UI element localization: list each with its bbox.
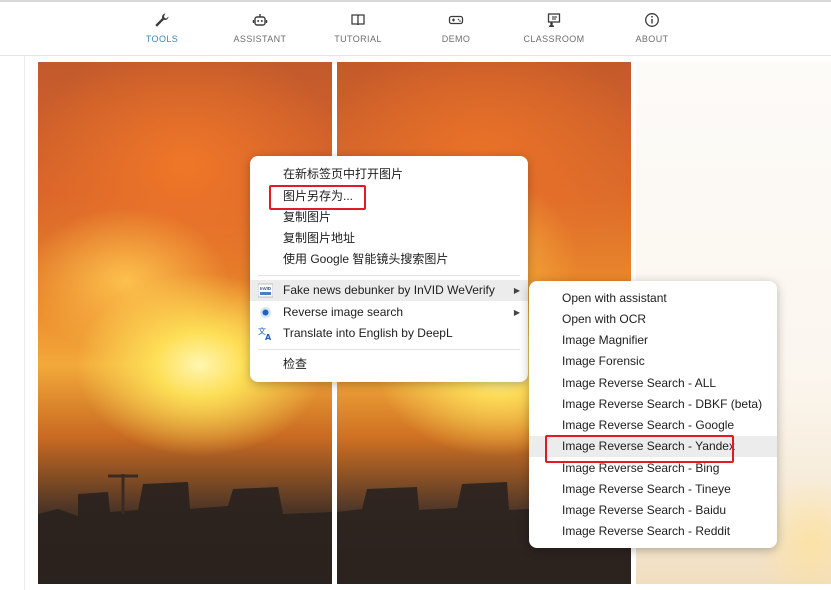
submenu-item-label: Image Reverse Search - Tineye (562, 482, 731, 496)
submenu-image-forensic[interactable]: Image Forensic (529, 351, 777, 372)
submenu-item-label: Image Reverse Search - Reddit (562, 524, 731, 538)
invid-icon-text: InVID (260, 286, 271, 291)
submenu-reverse-search-tineye[interactable]: Image Reverse Search - Tineye (529, 479, 777, 500)
submenu-item-label: Image Magnifier (562, 333, 649, 347)
submenu-item-label: Image Reverse Search - Google (562, 418, 735, 432)
submenu-arrow-icon: ▶ (513, 286, 520, 295)
menu-item-label: 复制图片 (283, 210, 332, 224)
nav-label: TOOLS (145, 34, 179, 44)
context-menu: 在新标签页中打开图片 图片另存为... 复制图片 复制图片地址 使用 Googl… (250, 156, 528, 382)
menu-copy-image-address[interactable]: 复制图片地址 (250, 228, 528, 249)
menu-item-label: Fake news debunker by InVID WeVerify (283, 283, 495, 297)
submenu-item-label: Open with assistant (562, 291, 667, 305)
submenu-item-label: Image Forensic (562, 354, 645, 368)
submenu-open-with-assistant[interactable]: Open with assistant (529, 288, 777, 309)
top-navigation: TOOLS ASSISTANT TUTORIAL DEMO CLASSROOM … (0, 0, 831, 56)
nav-classroom[interactable]: CLASSROOM (509, 12, 599, 44)
nav-label: ABOUT (635, 34, 669, 44)
nav-label: TUTORIAL (334, 34, 382, 44)
submenu-open-with-ocr[interactable]: Open with OCR (529, 309, 777, 330)
submenu-item-label: Image Reverse Search - DBKF (beta) (562, 397, 763, 411)
menu-invid-weverify[interactable]: InVID Fake news debunker by InVID WeVeri… (250, 280, 528, 301)
submenu-reverse-search-bing[interactable]: Image Reverse Search - Bing (529, 458, 777, 479)
invid-submenu: Open with assistant Open with OCR Image … (529, 281, 777, 548)
submenu-item-label: Image Reverse Search - Baidu (562, 503, 727, 517)
menu-reverse-image-search[interactable]: Reverse image search ▶ (250, 302, 528, 323)
menu-separator (258, 275, 520, 276)
book-icon (351, 14, 365, 26)
nav-label: DEMO (441, 34, 471, 44)
building-silhouette (38, 474, 332, 584)
submenu-item-label: Open with OCR (562, 312, 647, 326)
reverse-search-icon (260, 307, 271, 318)
menu-save-image-as[interactable]: 图片另存为... (250, 186, 528, 207)
menu-item-label: 检查 (283, 357, 308, 371)
nav-demo[interactable]: DEMO (411, 12, 501, 44)
submenu-item-label: Image Reverse Search - Bing (562, 461, 720, 475)
submenu-reverse-search-google[interactable]: Image Reverse Search - Google (529, 415, 777, 436)
submenu-reverse-search-yandex[interactable]: Image Reverse Search - Yandex (529, 436, 777, 457)
menu-item-label: Reverse image search (283, 305, 404, 319)
menu-item-label: 在新标签页中打开图片 (283, 167, 404, 181)
nav-assistant[interactable]: ASSISTANT (215, 12, 305, 44)
left-gutter (0, 56, 25, 590)
submenu-item-label: Image Reverse Search - ALL (562, 376, 717, 390)
classroom-icon (547, 13, 561, 27)
menu-item-label: 图片另存为... (283, 189, 354, 203)
menu-item-label: 使用 Google 智能镜头搜索图片 (283, 252, 449, 266)
menu-translate-deepl[interactable]: 文 A Translate into English by DeepL (250, 323, 528, 344)
menu-item-label: Translate into English by DeepL (283, 326, 453, 340)
nav-about[interactable]: ABOUT (607, 12, 697, 44)
robot-icon (252, 14, 268, 26)
submenu-reverse-search-all[interactable]: Image Reverse Search - ALL (529, 373, 777, 394)
translate-icon: 文 A (258, 326, 272, 341)
nav-label: ASSISTANT (233, 34, 287, 44)
nav-label: CLASSROOM (523, 34, 585, 44)
menu-open-image-new-tab[interactable]: 在新标签页中打开图片 (250, 164, 528, 185)
submenu-reverse-search-reddit[interactable]: Image Reverse Search - Reddit (529, 521, 777, 542)
submenu-item-label: Image Reverse Search - Yandex (562, 439, 735, 453)
submenu-reverse-search-dbkf[interactable]: Image Reverse Search - DBKF (beta) (529, 394, 777, 415)
invid-icon: InVID (258, 283, 273, 298)
submenu-arrow-icon: ▶ (513, 308, 520, 317)
menu-google-lens-search[interactable]: 使用 Google 智能镜头搜索图片 (250, 249, 528, 270)
menu-separator (258, 349, 520, 350)
submenu-reverse-search-baidu[interactable]: Image Reverse Search - Baidu (529, 500, 777, 521)
nav-tutorial[interactable]: TUTORIAL (313, 12, 403, 44)
menu-item-label: 复制图片地址 (283, 231, 356, 245)
gamepad-icon (448, 15, 464, 25)
wrench-icon (155, 13, 169, 27)
submenu-image-magnifier[interactable]: Image Magnifier (529, 330, 777, 351)
nav-tools[interactable]: TOOLS (117, 12, 207, 44)
menu-inspect[interactable]: 检查 (250, 354, 528, 375)
menu-copy-image[interactable]: 复制图片 (250, 207, 528, 228)
svg-text:A: A (265, 333, 272, 341)
info-icon (645, 13, 659, 27)
